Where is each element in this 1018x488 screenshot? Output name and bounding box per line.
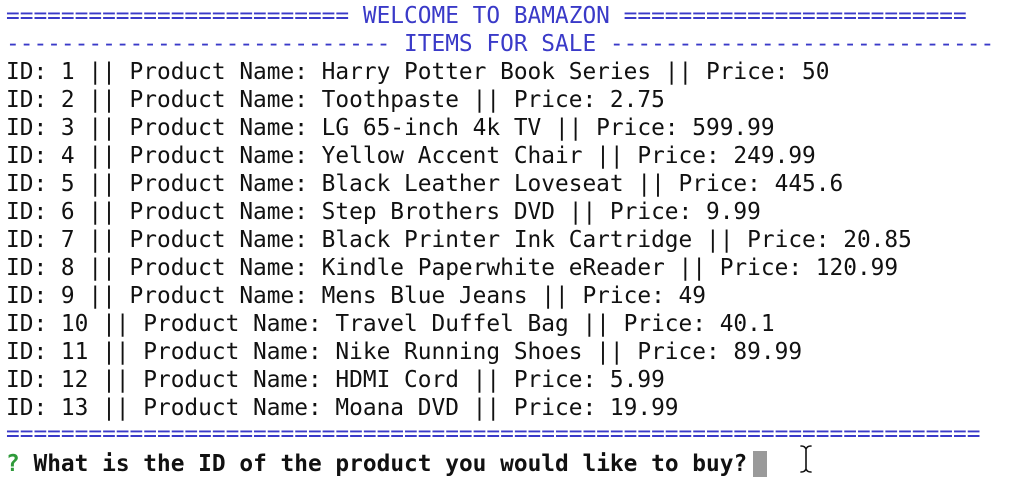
text-ibeam-cursor-icon	[799, 444, 813, 474]
list-item: ID: 8 || Product Name: Kindle Paperwhite…	[6, 255, 899, 281]
prompt-question: What is the ID of the product you would …	[33, 451, 748, 477]
list-item: ID: 1 || Product Name: Harry Potter Book…	[6, 59, 830, 85]
items-for-sale-heading: ---------------------------- ITEMS FOR S…	[6, 31, 995, 57]
list-item: ID: 10 || Product Name: Travel Duffel Ba…	[6, 311, 775, 337]
list-item: ID: 9 || Product Name: Mens Blue Jeans |…	[6, 283, 706, 309]
purchase-prompt[interactable]: ? What is the ID of the product you woul…	[6, 450, 768, 478]
welcome-banner: ========================= WELCOME TO BAM…	[6, 3, 967, 29]
list-item: ID: 13 || Product Name: Moana DVD || Pri…	[6, 395, 679, 421]
terminal-cursor	[753, 451, 768, 477]
bottom-rule: ========================================…	[6, 421, 981, 447]
list-item: ID: 4 || Product Name: Yellow Accent Cha…	[6, 143, 816, 169]
question-mark-icon: ?	[6, 451, 20, 477]
terminal-window[interactable]: ========================= WELCOME TO BAM…	[0, 0, 1018, 488]
list-item: ID: 7 || Product Name: Black Printer Ink…	[6, 227, 912, 253]
list-item: ID: 6 || Product Name: Step Brothers DVD…	[6, 199, 761, 225]
list-item: ID: 2 || Product Name: Toothpaste || Pri…	[6, 87, 665, 113]
list-item: ID: 11 || Product Name: Nike Running Sho…	[6, 339, 803, 365]
list-item: ID: 5 || Product Name: Black Leather Lov…	[6, 171, 844, 197]
list-item: ID: 3 || Product Name: LG 65-inch 4k TV …	[6, 115, 775, 141]
list-item: ID: 12 || Product Name: HDMI Cord || Pri…	[6, 367, 665, 393]
